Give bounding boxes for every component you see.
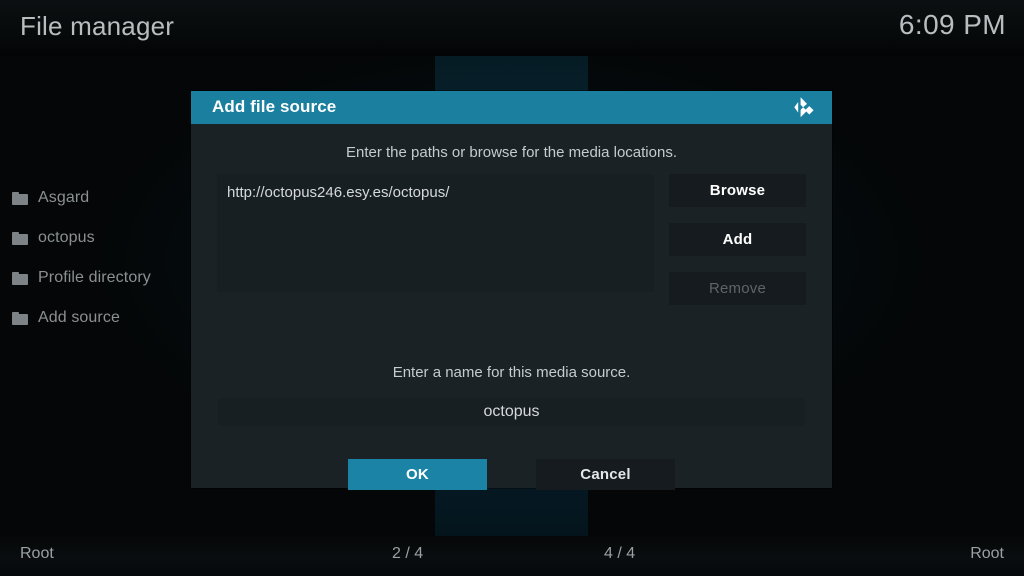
dialog-titlebar: Add file source xyxy=(191,91,832,124)
top-header: File manager 6:09 PM xyxy=(0,0,1024,56)
status-left-count: 2 / 4 xyxy=(392,545,424,562)
add-file-source-dialog: Add file source Enter the paths or brows… xyxy=(191,91,832,490)
ok-button[interactable]: OK xyxy=(348,459,487,490)
path-list-item[interactable]: http://octopus246.esy.es/octopus/ xyxy=(227,183,644,203)
sidebar-item-label: octopus xyxy=(38,229,95,246)
paths-action-buttons: Browse Add Remove xyxy=(669,174,806,321)
folder-icon xyxy=(12,311,28,325)
dialog-title: Add file source xyxy=(212,97,337,116)
dialog-action-row: OK Cancel xyxy=(191,459,832,490)
remove-button: Remove xyxy=(669,272,806,305)
status-right-path: Root xyxy=(970,545,1004,562)
name-hint-label: Enter a name for this media source. xyxy=(392,364,631,381)
sidebar-item-octopus[interactable]: octopus xyxy=(0,218,190,258)
sidebar-item-label: Add source xyxy=(38,309,120,326)
sidebar-item-add-source[interactable]: Add source xyxy=(0,298,190,338)
page-title: File manager xyxy=(20,11,175,41)
kodi-logo-icon xyxy=(793,96,817,119)
dialog-body: Enter the paths or browse for the media … xyxy=(191,124,832,490)
source-name-input[interactable]: octopus xyxy=(218,398,805,426)
browse-button[interactable]: Browse xyxy=(669,174,806,207)
status-right-count: 4 / 4 xyxy=(604,545,636,562)
file-list-sidebar: Asgard octopus Profile directory Add sou… xyxy=(0,178,190,338)
paths-hint-label: Enter the paths or browse for the media … xyxy=(345,144,677,161)
bottom-status-bar: Root 2 / 4 4 / 4 Root xyxy=(0,536,1024,576)
paths-list[interactable]: http://octopus246.esy.es/octopus/ xyxy=(217,174,654,292)
add-button[interactable]: Add xyxy=(669,223,806,256)
kodi-screen: File manager 6:09 PM Asgard octopus Prof… xyxy=(0,0,1024,576)
sidebar-item-profile-directory[interactable]: Profile directory xyxy=(0,258,190,298)
clock: 6:09 PM xyxy=(898,9,1006,40)
sidebar-item-label: Profile directory xyxy=(38,269,151,286)
sidebar-item-asgard[interactable]: Asgard xyxy=(0,178,190,218)
sidebar-item-label: Asgard xyxy=(38,189,90,206)
status-left-path: Root xyxy=(20,545,54,562)
folder-icon xyxy=(12,271,28,285)
folder-icon xyxy=(12,231,28,245)
folder-icon xyxy=(12,191,28,205)
cancel-button[interactable]: Cancel xyxy=(536,459,675,490)
